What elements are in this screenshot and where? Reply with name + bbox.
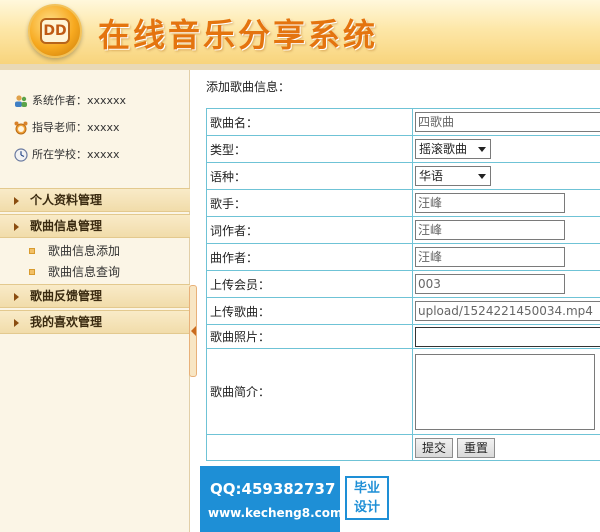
song-form: 歌曲名： 四歌曲 类型： 摇滚歌曲 语种： 华语 歌手： 汪峰 词作者： 汪峰 … [206, 108, 600, 461]
info-author: 系统作者：xxxxxx [15, 92, 127, 110]
lyricist-input[interactable]: 汪峰 [415, 220, 565, 240]
watermark-panel: QQ:459382737 www.kecheng8.com [200, 466, 343, 532]
chevron-right-icon [14, 293, 19, 301]
singer-input[interactable]: 汪峰 [415, 193, 565, 213]
watermark-badge-line1: 毕业 [353, 481, 380, 496]
nav-song-query[interactable]: 歌曲信息查询 [29, 263, 121, 281]
buttons-spacer [206, 434, 413, 461]
watermark-qq: QQ:459382737 [210, 480, 336, 498]
composer-input[interactable]: 汪峰 [415, 247, 565, 267]
intro-cell [412, 348, 600, 435]
intro-label: 歌曲简介： [206, 348, 413, 435]
info-school: 所在学校：xxxxx [14, 146, 120, 164]
song-file-input[interactable]: upload/1524221450034.mp4 [415, 301, 600, 321]
watermark-badge-line2: 设计 [353, 500, 380, 515]
chevron-right-icon [14, 197, 19, 205]
nav-personal-info-label: 个人资料管理 [30, 193, 103, 207]
info-teacher-text: 指导老师：xxxxx [32, 121, 120, 134]
dropdown-arrow-icon [478, 174, 486, 179]
watermark-url: www.kecheng8.com [208, 506, 343, 520]
photo-cell [412, 324, 600, 349]
watermark: QQ:459382737 www.kecheng8.com 毕业 设计 [200, 466, 400, 532]
nav-favorites-label: 我的喜欢管理 [30, 315, 103, 329]
photo-label: 歌曲照片： [206, 324, 413, 349]
uploader-label: 上传会员： [206, 270, 413, 298]
chevron-right-icon [14, 223, 19, 231]
composer-label: 曲作者： [206, 243, 413, 271]
users-icon [15, 95, 27, 107]
type-cell: 摇滚歌曲 [412, 135, 600, 163]
song-name-cell: 四歌曲 [412, 108, 600, 136]
watermark-badge: 毕业 设计 [345, 476, 389, 520]
info-teacher: 指导老师：xxxxx [14, 119, 120, 137]
form-row-buttons: 提交 重置 [206, 434, 600, 461]
clock-icon [14, 148, 28, 162]
form-row-intro: 歌曲简介： [206, 348, 600, 435]
alarm-clock-icon [14, 121, 28, 135]
form-row-composer: 曲作者： 汪峰 [206, 243, 600, 271]
site-title: 在线音乐分享系统 [98, 16, 379, 54]
reset-button[interactable]: 重置 [457, 437, 496, 458]
uploader-input[interactable]: 003 [415, 274, 565, 294]
form-row-song-file: 上传歌曲： upload/1524221450034.mp4 [206, 297, 600, 325]
panel-title: 添加歌曲信息： [206, 80, 291, 94]
type-select-value: 摇滚歌曲 [419, 142, 468, 156]
type-label: 类型： [206, 135, 413, 163]
photo-input[interactable] [415, 326, 600, 347]
intro-textarea[interactable] [415, 353, 595, 430]
singer-label: 歌手： [206, 189, 413, 217]
form-row-uploader: 上传会员： 003 [206, 270, 600, 298]
language-label: 语种： [206, 162, 413, 190]
song-name-input[interactable]: 四歌曲 [415, 112, 600, 132]
form-row-photo: 歌曲照片： [206, 324, 600, 349]
site-logo: DD [28, 4, 82, 58]
song-name-label: 歌曲名： [206, 108, 413, 136]
info-school-text: 所在学校：xxxxx [32, 148, 120, 161]
form-row-language: 语种： 华语 [206, 162, 600, 190]
bullet-icon [29, 269, 35, 275]
sidebar: 系统作者：xxxxxx 指导老师：xxxxx 所在学校：xxxxx 个人资料管理… [0, 70, 190, 532]
buttons-cell: 提交 重置 [412, 434, 600, 461]
nav-song-info-label: 歌曲信息管理 [30, 219, 103, 233]
nav-feedback-label: 歌曲反馈管理 [30, 289, 103, 303]
bullet-icon [29, 248, 35, 254]
form-row-song-name: 歌曲名： 四歌曲 [206, 108, 600, 136]
nav-feedback[interactable]: 歌曲反馈管理 [0, 284, 190, 308]
composer-cell: 汪峰 [412, 243, 600, 271]
form-row-lyricist: 词作者： 汪峰 [206, 216, 600, 244]
language-select[interactable]: 华语 [415, 166, 491, 186]
singer-cell: 汪峰 [412, 189, 600, 217]
nav-favorites[interactable]: 我的喜欢管理 [0, 310, 190, 334]
lyricist-label: 词作者： [206, 216, 413, 244]
nav-song-add-label: 歌曲信息添加 [48, 244, 121, 258]
form-row-singer: 歌手： 汪峰 [206, 189, 600, 217]
logo-mark: DD [40, 18, 70, 44]
nav-song-query-label: 歌曲信息查询 [48, 265, 121, 279]
lyricist-cell: 汪峰 [412, 216, 600, 244]
dropdown-arrow-icon [478, 147, 486, 152]
nav-song-add[interactable]: 歌曲信息添加 [29, 242, 121, 260]
language-cell: 华语 [412, 162, 600, 190]
submit-button[interactable]: 提交 [415, 437, 454, 458]
nav-song-info[interactable]: 歌曲信息管理 [0, 214, 190, 238]
type-select[interactable]: 摇滚歌曲 [415, 139, 491, 159]
song-file-label: 上传歌曲： [206, 297, 413, 325]
header: DD 在线音乐分享系统 [0, 0, 600, 64]
form-row-type: 类型： 摇滚歌曲 [206, 135, 600, 163]
uploader-cell: 003 [412, 270, 600, 298]
chevron-left-icon [191, 326, 196, 336]
main-content: 添加歌曲信息： 歌曲名： 四歌曲 类型： 摇滚歌曲 语种： 华语 歌手： 汪峰 … [198, 70, 600, 532]
song-file-cell: upload/1524221450034.mp4 [412, 297, 600, 325]
language-select-value: 华语 [419, 169, 444, 183]
info-author-text: 系统作者：xxxxxx [32, 94, 127, 107]
nav-personal-info[interactable]: 个人资料管理 [0, 188, 190, 212]
sidebar-collapse-handle[interactable] [189, 285, 197, 377]
chevron-right-icon [14, 319, 19, 327]
